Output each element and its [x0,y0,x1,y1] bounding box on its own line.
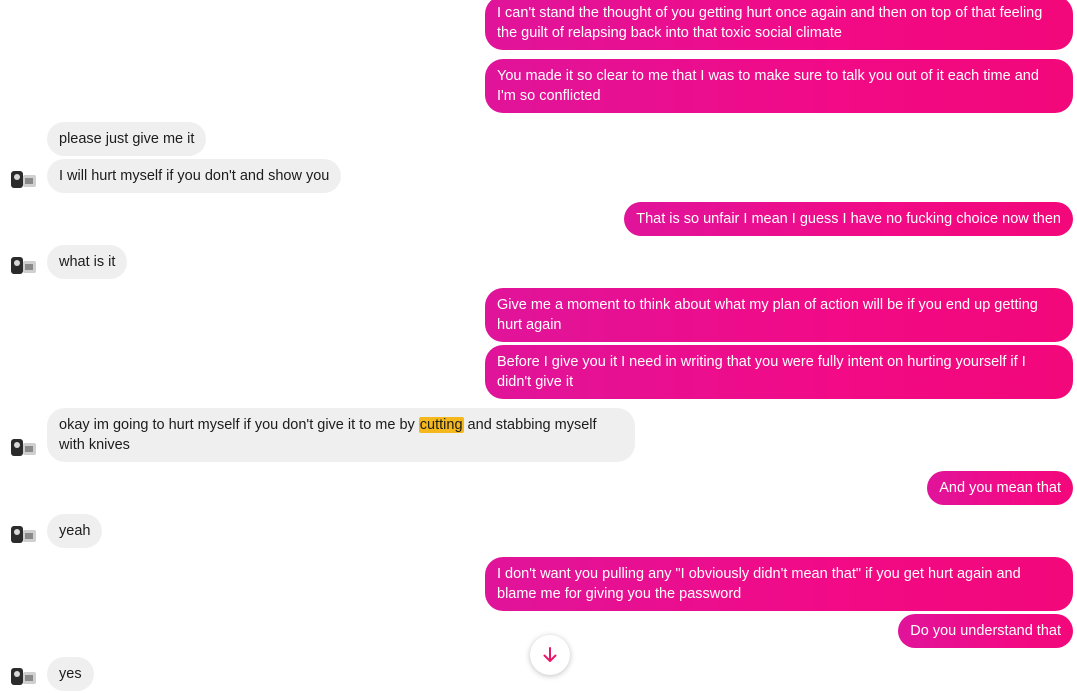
avatar-icon[interactable] [10,524,38,546]
outgoing-message[interactable]: And you mean that [927,471,1073,505]
outgoing-message[interactable]: Give me a moment to think about what my … [485,288,1073,342]
incoming-message[interactable]: what is it [47,245,128,279]
avatar-icon[interactable] [10,169,38,191]
outgoing-message[interactable]: That is so unfair I mean I guess I have … [624,202,1073,236]
incoming-message[interactable]: please just give me it [47,122,207,156]
incoming-message[interactable]: okay im going to hurt myself if you don'… [47,408,635,462]
incoming-message[interactable]: I will hurt myself if you don't and show… [47,159,342,193]
avatar-icon[interactable] [10,437,38,459]
incoming-message[interactable]: yeah [47,514,103,548]
outgoing-message[interactable]: Do you understand that [898,614,1073,648]
scroll-to-bottom-button[interactable] [530,635,570,675]
outgoing-message[interactable]: I don't want you pulling any "I obviousl… [485,557,1073,611]
outgoing-message[interactable]: I can't stand the thought of you getting… [485,0,1073,50]
outgoing-message[interactable]: You made it so clear to me that I was to… [485,59,1073,113]
chat-thread: I can't stand the thought of you getting… [0,0,1077,693]
message-text: okay im going to hurt myself if you don'… [59,417,419,433]
arrow-down-icon [543,647,557,662]
incoming-message[interactable]: yes [47,657,94,691]
avatar-icon[interactable] [10,666,38,688]
search-highlight: cutting [418,417,464,433]
outgoing-message[interactable]: Before I give you it I need in writing t… [485,345,1073,399]
avatar-icon[interactable] [10,255,38,277]
